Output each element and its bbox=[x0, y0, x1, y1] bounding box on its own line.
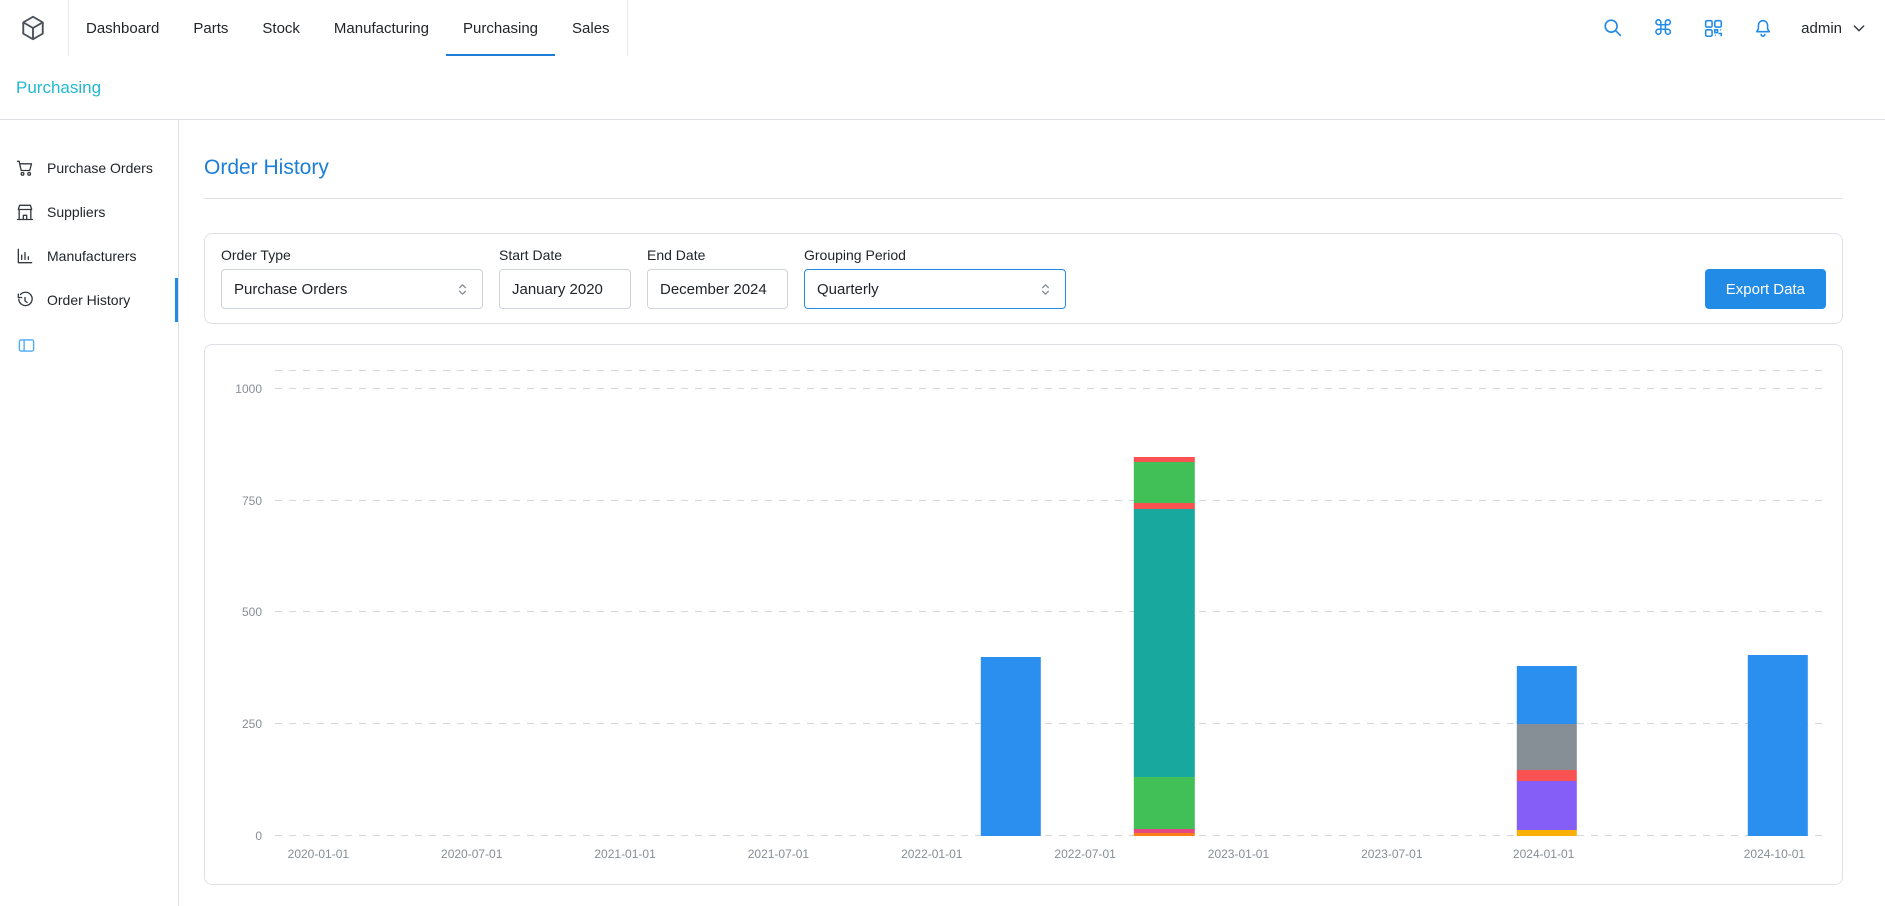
y-tick-label: 750 bbox=[242, 494, 262, 508]
bar-segment bbox=[1517, 666, 1577, 724]
y-tick-label: 1000 bbox=[235, 382, 262, 396]
sidebar-item-label: Manufacturers bbox=[47, 248, 136, 264]
gridline bbox=[275, 500, 1824, 501]
x-tick-label: 2023-07-01 bbox=[1361, 847, 1422, 861]
start-date-label: Start Date bbox=[499, 247, 631, 263]
qr-scan-icon[interactable] bbox=[1701, 16, 1725, 40]
end-date-value: December 2024 bbox=[660, 281, 767, 298]
main-panel: Order History Order Type Purchase Orders… bbox=[179, 120, 1885, 906]
search-icon[interactable] bbox=[1601, 16, 1625, 40]
filter-panel: Order Type Purchase Orders Start Date Ja… bbox=[204, 233, 1843, 324]
sidebar-item-order-history[interactable]: Order History bbox=[0, 278, 178, 322]
sidebar-item-label: Purchase Orders bbox=[47, 160, 153, 176]
app-logo-icon[interactable] bbox=[16, 11, 50, 45]
bar-chart-icon bbox=[15, 246, 35, 266]
app-root: Dashboard Parts Stock Manufacturing Purc… bbox=[0, 0, 1885, 906]
selector-chevrons-icon bbox=[455, 282, 470, 297]
chart-bar[interactable] bbox=[1747, 655, 1807, 836]
nav-tab-purchasing[interactable]: Purchasing bbox=[446, 0, 555, 56]
top-navbar: Dashboard Parts Stock Manufacturing Purc… bbox=[0, 0, 1885, 56]
grouping-period-field: Grouping Period Quarterly bbox=[804, 247, 1066, 309]
end-date-field: End Date December 2024 bbox=[647, 247, 788, 309]
command-glyph: ⌘ bbox=[1653, 18, 1674, 39]
end-date-label: End Date bbox=[647, 247, 788, 263]
chart-plot: 025050075010002020-01-012020-07-012021-0… bbox=[275, 371, 1824, 836]
page-title: Order History bbox=[204, 154, 1843, 182]
bar-segment bbox=[1134, 462, 1194, 503]
gridline bbox=[275, 388, 1824, 389]
bar-segment bbox=[1517, 830, 1577, 836]
sidebar-item-label: Suppliers bbox=[47, 204, 105, 220]
user-menu[interactable]: admin bbox=[1801, 20, 1867, 37]
username-label: admin bbox=[1801, 20, 1842, 37]
x-tick-label: 2022-07-01 bbox=[1054, 847, 1115, 861]
shopping-cart-icon bbox=[15, 158, 35, 178]
order-type-field: Order Type Purchase Orders bbox=[221, 247, 483, 309]
gridline bbox=[275, 611, 1824, 612]
nav-tab-stock[interactable]: Stock bbox=[245, 0, 317, 56]
x-tick-label: 2020-07-01 bbox=[441, 847, 502, 861]
building-store-icon bbox=[15, 202, 35, 222]
start-date-value: January 2020 bbox=[512, 281, 603, 298]
x-tick-label: 2021-07-01 bbox=[748, 847, 809, 861]
notifications-bell-icon[interactable] bbox=[1751, 16, 1775, 40]
y-tick-label: 0 bbox=[255, 829, 262, 843]
bar-segment bbox=[1134, 833, 1194, 836]
breadcrumb: Purchasing bbox=[0, 56, 1885, 120]
x-tick-label: 2020-01-01 bbox=[288, 847, 349, 861]
chevron-down-icon bbox=[1851, 20, 1867, 36]
bar-segment bbox=[1134, 777, 1194, 828]
grouping-period-select[interactable]: Quarterly bbox=[804, 269, 1066, 309]
nav-tab-manufacturing[interactable]: Manufacturing bbox=[317, 0, 446, 56]
x-tick-label: 2023-01-01 bbox=[1208, 847, 1269, 861]
content-area: Purchase Orders Suppliers Manufacture bbox=[0, 120, 1885, 906]
order-type-value: Purchase Orders bbox=[234, 281, 347, 298]
gridline bbox=[275, 835, 1824, 836]
bar-segment bbox=[981, 657, 1041, 836]
sidebar-item-label: Order History bbox=[47, 292, 130, 308]
start-date-input[interactable]: January 2020 bbox=[499, 269, 631, 309]
order-history-chart-card: 0 250 500 750 1000 2020-01-01 2020-07-01 2021-0… bbox=[204, 344, 1843, 885]
command-palette-icon[interactable]: ⌘ bbox=[1651, 16, 1675, 40]
nav-tab-sales[interactable]: Sales bbox=[555, 0, 627, 56]
chart-bar[interactable] bbox=[1517, 666, 1577, 836]
sidebar: Purchase Orders Suppliers Manufacture bbox=[0, 120, 179, 906]
x-tick-label: 2024-01-01 bbox=[1513, 847, 1574, 861]
nav-tab-dashboard[interactable]: Dashboard bbox=[69, 0, 176, 56]
order-type-select[interactable]: Purchase Orders bbox=[221, 269, 483, 309]
breadcrumb-link-purchasing[interactable]: Purchasing bbox=[16, 78, 101, 98]
gridline bbox=[275, 370, 1824, 371]
gridline bbox=[275, 723, 1824, 724]
y-tick-label: 250 bbox=[242, 717, 262, 731]
history-clock-icon bbox=[15, 290, 35, 310]
y-tick-label: 500 bbox=[242, 605, 262, 619]
main-nav: Dashboard Parts Stock Manufacturing Purc… bbox=[68, 0, 628, 56]
bar-segment bbox=[1517, 781, 1577, 830]
sidebar-item-suppliers[interactable]: Suppliers bbox=[0, 190, 178, 234]
nav-tab-parts[interactable]: Parts bbox=[176, 0, 245, 56]
export-data-button[interactable]: Export Data bbox=[1705, 269, 1826, 309]
x-tick-label: 2022-01-01 bbox=[901, 847, 962, 861]
title-divider bbox=[204, 198, 1843, 199]
bar-segment bbox=[1517, 724, 1577, 770]
bar-segment bbox=[1747, 655, 1807, 836]
chart-bar[interactable] bbox=[981, 657, 1041, 836]
header-actions: ⌘ admin bbox=[1601, 16, 1867, 40]
bar-segment bbox=[1134, 509, 1194, 777]
chart-bar[interactable] bbox=[1134, 457, 1194, 836]
collapse-sidebar-icon[interactable] bbox=[17, 336, 36, 355]
x-tick-label: 2024-10-01 bbox=[1744, 847, 1805, 861]
selector-chevrons-icon bbox=[1038, 282, 1053, 297]
sidebar-item-manufacturers[interactable]: Manufacturers bbox=[0, 234, 178, 278]
order-type-label: Order Type bbox=[221, 247, 483, 263]
end-date-input[interactable]: December 2024 bbox=[647, 269, 788, 309]
sidebar-item-purchase-orders[interactable]: Purchase Orders bbox=[0, 146, 178, 190]
x-tick-label: 2021-01-01 bbox=[594, 847, 655, 861]
grouping-period-value: Quarterly bbox=[817, 281, 879, 298]
start-date-field: Start Date January 2020 bbox=[499, 247, 631, 309]
grouping-period-label: Grouping Period bbox=[804, 247, 1066, 263]
bar-segment bbox=[1517, 770, 1577, 781]
